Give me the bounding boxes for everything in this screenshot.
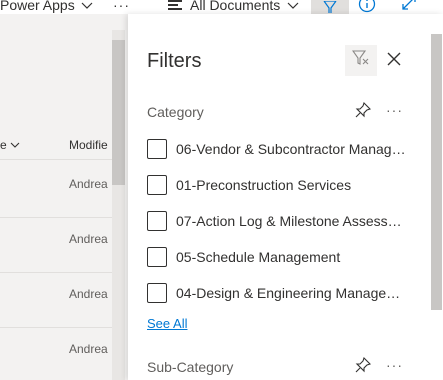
clear-filters-button[interactable] xyxy=(345,45,377,76)
pin-icon xyxy=(355,101,372,123)
more-commands-button[interactable]: ··· xyxy=(113,0,130,14)
view-label: All Documents xyxy=(190,0,281,13)
checkbox[interactable] xyxy=(147,211,167,231)
more-label: ··· xyxy=(113,0,130,13)
row-divider xyxy=(0,159,112,160)
chevron-down-icon xyxy=(81,0,93,13)
document-list: e Modifie Andrea Andrea Andrea Andrea xyxy=(0,14,112,380)
info-button[interactable] xyxy=(357,0,377,15)
checkbox[interactable] xyxy=(147,247,167,267)
view-switcher[interactable]: All Documents xyxy=(168,0,299,14)
category-filter-label: 06-Vendor & Subcontractor Management xyxy=(176,141,408,157)
name-column-header[interactable]: e xyxy=(0,138,20,152)
pin-sub-category-button[interactable] xyxy=(354,356,372,378)
power-apps-menu[interactable]: Power Apps xyxy=(0,0,93,14)
category-more-button[interactable]: ··· xyxy=(386,102,403,118)
panel-title: Filters xyxy=(147,50,202,72)
view-list-icon xyxy=(168,0,182,10)
row-divider xyxy=(0,217,112,218)
sub-category-more-button[interactable]: ··· xyxy=(386,357,403,373)
close-icon xyxy=(387,52,401,71)
command-bar: Power Apps ··· All Documents xyxy=(0,0,443,14)
pin-icon xyxy=(355,356,372,378)
chevron-down-icon xyxy=(287,0,299,13)
category-filter-item[interactable]: 07-Action Log & Milestone Assessment xyxy=(147,210,417,232)
row-modified-by: Andrea xyxy=(69,342,108,356)
category-section-title: Category xyxy=(147,104,204,120)
power-apps-label: Power Apps xyxy=(0,0,75,13)
row-divider xyxy=(0,272,112,273)
see-all-link[interactable]: See All xyxy=(147,316,187,331)
category-filter-item[interactable]: 06-Vendor & Subcontractor Management xyxy=(147,138,417,160)
pin-category-button[interactable] xyxy=(354,101,372,123)
row-modified-by: Andrea xyxy=(69,287,108,301)
filter-pane-button[interactable] xyxy=(311,0,349,14)
chevron-down-icon xyxy=(10,138,20,152)
close-panel-button[interactable] xyxy=(384,51,404,71)
category-filter-label: 05-Schedule Management xyxy=(176,249,341,265)
filters-panel: Filters Category ··· 06-Vendor & Subcont… xyxy=(128,14,443,380)
category-filter-item[interactable]: 01-Preconstruction Services xyxy=(147,174,417,196)
clear-filter-icon xyxy=(351,50,370,71)
category-filter-label: 07-Action Log & Milestone Assessment xyxy=(176,213,408,229)
row-modified-by: Andrea xyxy=(69,177,108,191)
category-filter-item[interactable]: 05-Schedule Management xyxy=(147,246,417,268)
panel-scrollbar-thumb[interactable] xyxy=(431,34,442,310)
checkbox[interactable] xyxy=(147,283,167,303)
expand-button[interactable] xyxy=(399,0,419,14)
category-filter-label: 04-Design & Engineering Management xyxy=(176,285,408,301)
modified-column-header[interactable]: Modifie xyxy=(69,138,108,152)
list-scrollbar-thumb[interactable] xyxy=(112,40,125,185)
checkbox[interactable] xyxy=(147,175,167,195)
checkbox[interactable] xyxy=(147,139,167,159)
name-header-label: e xyxy=(0,138,7,152)
row-modified-by: Andrea xyxy=(69,232,108,246)
category-filter-label: 01-Preconstruction Services xyxy=(176,177,352,193)
sub-category-section-title: Sub-Category xyxy=(147,359,234,375)
category-filter-item[interactable]: 04-Design & Engineering Management xyxy=(147,282,417,304)
row-divider xyxy=(0,327,112,328)
